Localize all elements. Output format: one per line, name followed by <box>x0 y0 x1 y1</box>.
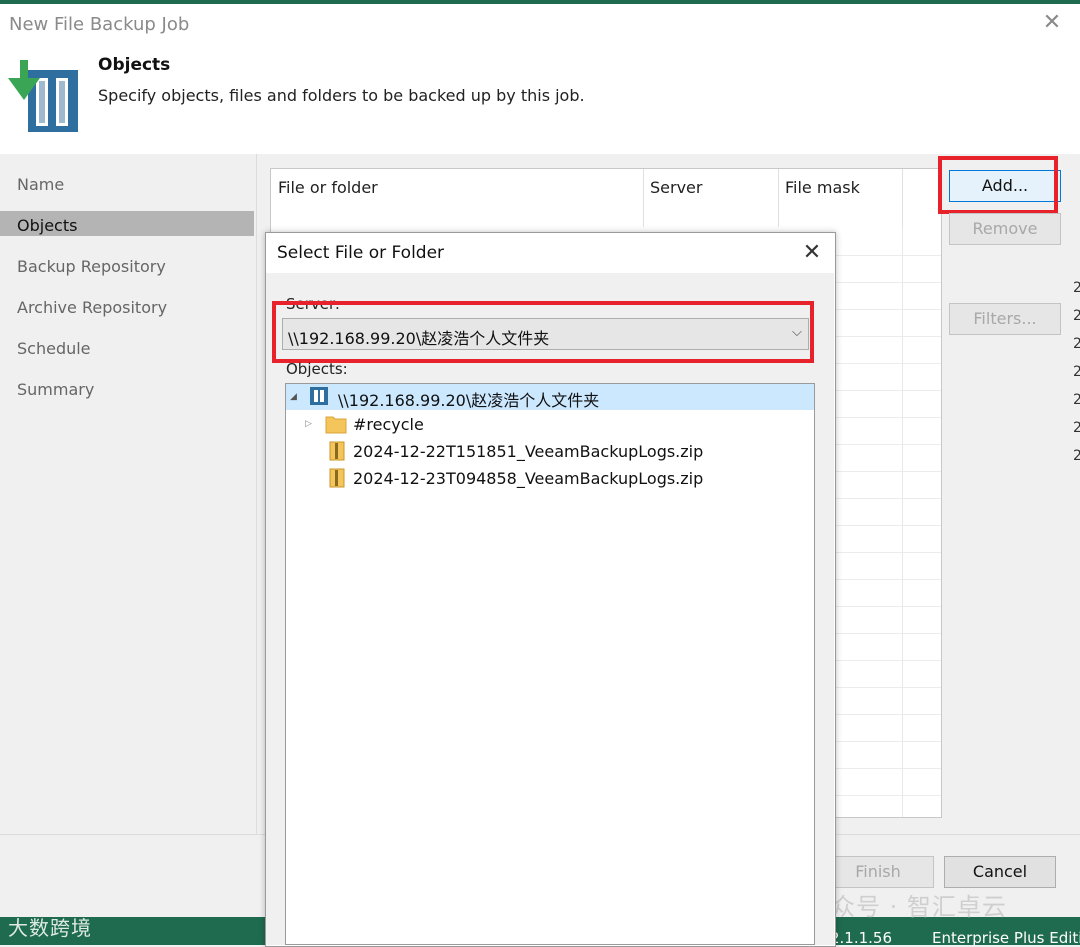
page-description: Specify objects, files and folders to be… <box>98 86 585 105</box>
grid-line <box>836 579 941 580</box>
grid-line <box>836 498 941 499</box>
folder-icon <box>325 416 347 434</box>
page-title: Objects <box>98 55 171 75</box>
finish-button[interactable]: Finish <box>822 856 934 888</box>
grid-line <box>836 606 941 607</box>
dialog-title: Select File or Folder <box>277 243 445 263</box>
sidebar-item-summary[interactable]: Summary <box>17 380 94 399</box>
status-edition: Enterprise Plus Editi <box>932 929 1080 947</box>
clipped-text: 2 <box>1073 336 1080 352</box>
grid-line <box>836 336 941 337</box>
tree-item-recycle[interactable]: #recycle <box>353 415 424 434</box>
share-icon <box>310 387 328 405</box>
column-header-server[interactable]: Server <box>650 178 702 197</box>
filters-button[interactable]: Filters... <box>949 303 1061 335</box>
grid-line <box>836 714 941 715</box>
window-close-icon[interactable]: ✕ <box>1040 10 1064 35</box>
tree-expand-arrow-icon[interactable]: ◢ <box>290 392 297 402</box>
column-header-file-or-folder[interactable]: File or folder <box>278 178 378 197</box>
tree-item-zip-1[interactable]: 2024-12-22T151851_VeeamBackupLogs.zip <box>353 442 703 461</box>
column-separator <box>643 169 644 227</box>
highlight-box-add <box>938 156 1058 214</box>
sidebar-item-archive-repository[interactable]: Archive Repository <box>17 298 167 317</box>
objects-tree[interactable] <box>285 383 815 945</box>
grid-line <box>836 687 941 688</box>
sidebar-item-name[interactable]: Name <box>17 175 64 194</box>
grid-line <box>836 525 941 526</box>
watermark-right: 公众号 · 智汇卓云 <box>806 893 1007 921</box>
grid-line <box>836 795 941 796</box>
wizard-steps-sidebar <box>0 154 257 834</box>
file-backup-logo-icon <box>8 60 78 132</box>
highlight-box-server <box>272 301 814 363</box>
tree-collapse-arrow-icon[interactable]: ▷ <box>305 419 312 429</box>
remove-button[interactable]: Remove <box>949 213 1061 245</box>
grid-line <box>836 363 941 364</box>
clipped-text: 2 <box>1073 448 1080 464</box>
window-title: New File Backup Job <box>9 14 190 35</box>
status-version: 2.1.1.56 <box>830 929 893 947</box>
grid-line <box>836 768 941 769</box>
sidebar-item-objects[interactable]: Objects <box>17 216 77 235</box>
zip-icon <box>329 468 345 488</box>
grid-line <box>836 633 941 634</box>
clipped-text: 2 <box>1073 364 1080 380</box>
sidebar-item-schedule[interactable]: Schedule <box>17 339 91 358</box>
zip-icon <box>329 441 345 461</box>
clipped-text: 2 <box>1073 420 1080 436</box>
dialog-close-icon[interactable]: ✕ <box>800 240 824 265</box>
grid-line <box>836 417 941 418</box>
clipped-text: 2 <box>1073 308 1080 324</box>
objects-label: Objects: <box>286 360 348 378</box>
column-separator <box>902 169 903 227</box>
grid-line <box>836 282 941 283</box>
tree-item-share[interactable]: \\192.168.99.20\赵凌浩个人文件夹 <box>338 387 599 411</box>
grid-line <box>836 471 941 472</box>
tree-item-zip-2[interactable]: 2024-12-23T094858_VeeamBackupLogs.zip <box>353 469 703 488</box>
grid-line <box>836 741 941 742</box>
column-separator <box>778 169 779 227</box>
grid-line <box>836 660 941 661</box>
grid-line <box>902 227 903 817</box>
sidebar-item-backup-repository[interactable]: Backup Repository <box>17 257 166 276</box>
column-header-file-mask[interactable]: File mask <box>785 178 860 197</box>
grid-line <box>836 255 941 256</box>
grid-line <box>836 390 941 391</box>
clipped-text: 2 <box>1073 280 1080 296</box>
grid-line <box>836 309 941 310</box>
watermark-left: 大数跨境 <box>8 916 92 940</box>
grid-line <box>836 444 941 445</box>
clipped-text: 2 <box>1073 392 1080 408</box>
grid-line <box>836 552 941 553</box>
cancel-button[interactable]: Cancel <box>944 856 1056 888</box>
